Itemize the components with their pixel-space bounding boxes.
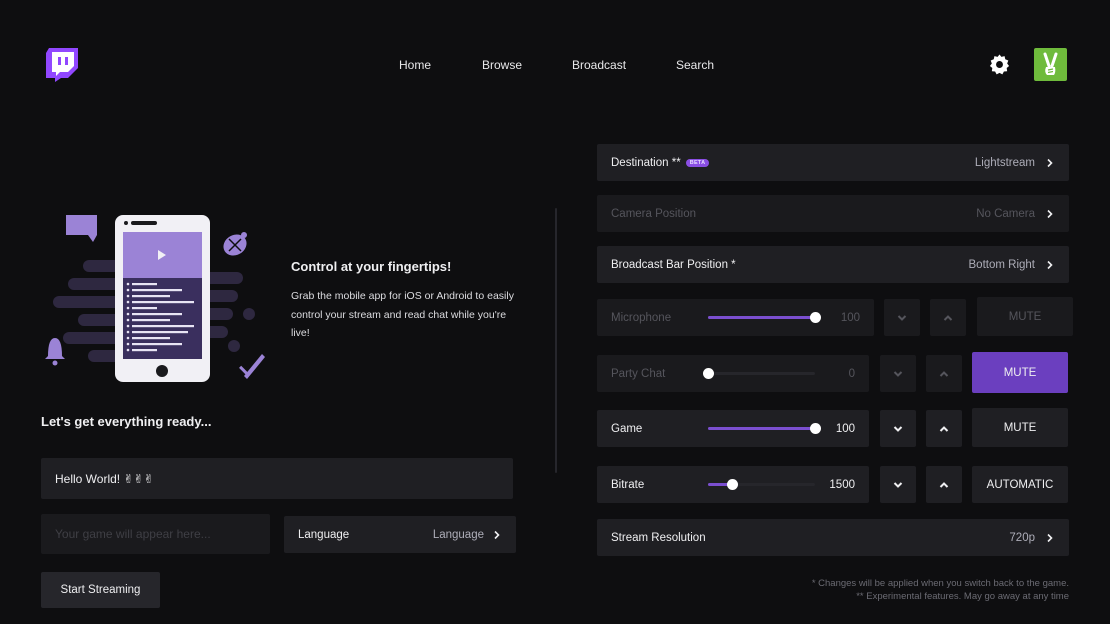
destination-value: Lightstream [974,156,1035,169]
setup-heading: Let's get everything ready... [41,414,212,429]
avatar[interactable] [1034,48,1067,81]
stream-title-value: Hello World! ✌✌✌ [55,471,154,486]
bitrate-value: 1500 [829,478,855,491]
chevron-up-icon [939,425,949,432]
camera-position-label: Camera Position [611,207,697,220]
language-value: Language [432,528,484,541]
footnote-changes: * Changes will be applied when you switc… [811,578,1069,589]
nav-broadcast[interactable]: Broadcast [572,58,626,72]
chevron-down-icon [893,370,903,377]
microphone-mute-button[interactable]: MUTE [977,297,1073,336]
microphone-label: Microphone [611,311,672,324]
camera-position-row[interactable]: Camera Position No Camera [597,195,1069,232]
chevron-down-icon [893,481,903,488]
stream-resolution-row[interactable]: Stream Resolution 720p [597,519,1069,556]
chevron-up-icon [939,370,949,377]
stream-resolution-value: 720p [1009,531,1035,544]
broadcast-bar-value: Bottom Right [968,258,1035,271]
chevron-down-icon [893,425,903,432]
game-volume-increase-button[interactable] [926,410,962,447]
peace-hand-icon [1043,52,1058,75]
microphone-value: 100 [840,311,860,324]
destination-label: Destination ** [611,156,681,169]
party-chat-row: Party Chat 0 [597,355,869,392]
nav-search[interactable]: Search [676,58,714,72]
chevron-up-icon [939,481,949,488]
game-placeholder: Your game will appear here... [55,527,211,541]
vertical-divider [555,208,557,473]
chevron-up-icon [943,314,953,321]
language-selector[interactable]: Language Language [284,516,516,553]
footnote-experimental: ** Experimental features. May go away at… [856,591,1069,602]
microphone-row: Microphone 100 [597,299,874,336]
microphone-slider[interactable] [708,312,821,323]
slider-fill [708,316,815,319]
slider-handle[interactable] [810,423,821,434]
broadcast-bar-label: Broadcast Bar Position * [611,258,736,271]
promo-title: Control at your fingertips! [291,259,452,274]
bitrate-increase-button[interactable] [926,466,962,503]
party-chat-label: Party Chat [611,367,666,380]
game-input[interactable]: Your game will appear here... [41,514,270,554]
nav-browse[interactable]: Browse [482,58,522,72]
microphone-decrease-button[interactable] [884,299,920,336]
twitch-logo-icon[interactable] [46,48,78,82]
slider-fill [708,427,815,430]
destination-row[interactable]: Destination ** BETA Lightstream [597,144,1069,181]
camera-position-value: No Camera [976,207,1035,220]
start-streaming-button[interactable]: Start Streaming [41,572,160,608]
bitrate-label: Bitrate [611,478,645,491]
broadcast-bar-position-row[interactable]: Broadcast Bar Position * Bottom Right [597,246,1069,283]
chevron-right-icon [1047,209,1053,218]
bitrate-slider[interactable] [708,479,815,490]
slider-handle[interactable] [810,312,821,323]
stream-title-input[interactable]: Hello World! ✌✌✌ [41,458,513,499]
party-chat-value: 0 [848,367,855,380]
bitrate-row: Bitrate 1500 [597,466,869,503]
chevron-right-icon [1047,158,1053,167]
gear-icon[interactable] [988,53,1011,76]
beta-badge: BETA [685,158,710,167]
stream-resolution-label: Stream Resolution [611,531,706,544]
party-chat-decrease-button[interactable] [880,355,916,392]
party-chat-slider[interactable] [703,368,815,379]
game-volume-label: Game [611,422,643,435]
chevron-right-icon [494,530,500,539]
game-volume-decrease-button[interactable] [880,410,916,447]
game-mute-button[interactable]: MUTE [972,408,1068,447]
game-volume-slider[interactable] [708,423,821,434]
promo-body: Grab the mobile app for iOS or Android t… [291,290,514,339]
mobile-app-illustration [38,208,270,388]
microphone-increase-button[interactable] [930,299,966,336]
game-volume-value: 100 [835,422,855,435]
slider-handle[interactable] [726,479,738,490]
slider-handle[interactable] [703,368,714,379]
chevron-right-icon [1047,260,1053,269]
game-volume-row: Game 100 [597,410,869,447]
bitrate-decrease-button[interactable] [880,466,916,503]
nav-home[interactable]: Home [399,58,431,72]
bitrate-automatic-button[interactable]: AUTOMATIC [972,466,1068,503]
chevron-right-icon [1047,533,1053,542]
language-label: Language [298,528,350,541]
chevron-down-icon [897,314,907,321]
party-chat-increase-button[interactable] [926,355,962,392]
party-chat-mute-button[interactable]: MUTE [972,352,1068,393]
